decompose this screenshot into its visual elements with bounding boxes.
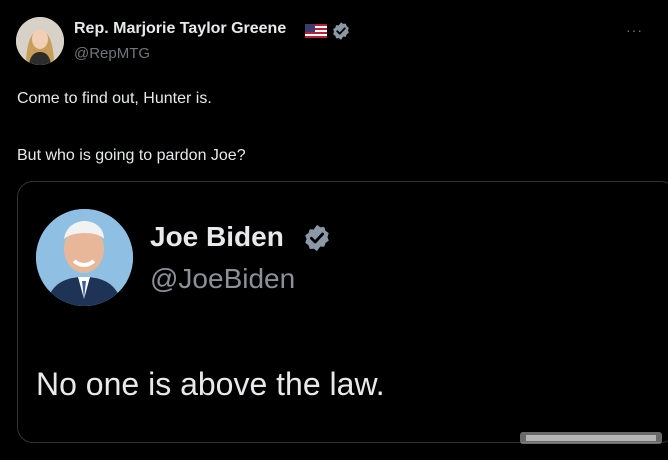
watermark-icon (520, 432, 662, 444)
author-avatar-photo (16, 17, 64, 65)
more-options-icon[interactable]: ··· (626, 22, 643, 38)
verified-badge-icon (305, 224, 329, 252)
verified-badge-icon (333, 22, 349, 40)
author-handle[interactable]: @RepMTG (74, 45, 150, 62)
quoted-author-name[interactable]: Joe Biden (150, 221, 284, 253)
author-name[interactable]: Rep. Marjorie Taylor Greene (74, 20, 286, 38)
tweet: Rep. Marjorie Taylor Greene @RepMTG ··· … (0, 0, 668, 460)
quoted-author-avatar-photo (36, 209, 133, 306)
quoted-tweet-text: No one is above the law. (36, 366, 385, 402)
tweet-text-line: Come to find out, Hunter is. (17, 90, 212, 107)
author-avatar[interactable] (16, 17, 64, 65)
quoted-author-avatar[interactable] (36, 209, 133, 306)
tweet-text-line: But who is going to pardon Joe? (17, 147, 246, 164)
quoted-author-handle[interactable]: @JoeBiden (150, 263, 295, 295)
us-flag-icon (305, 24, 327, 38)
